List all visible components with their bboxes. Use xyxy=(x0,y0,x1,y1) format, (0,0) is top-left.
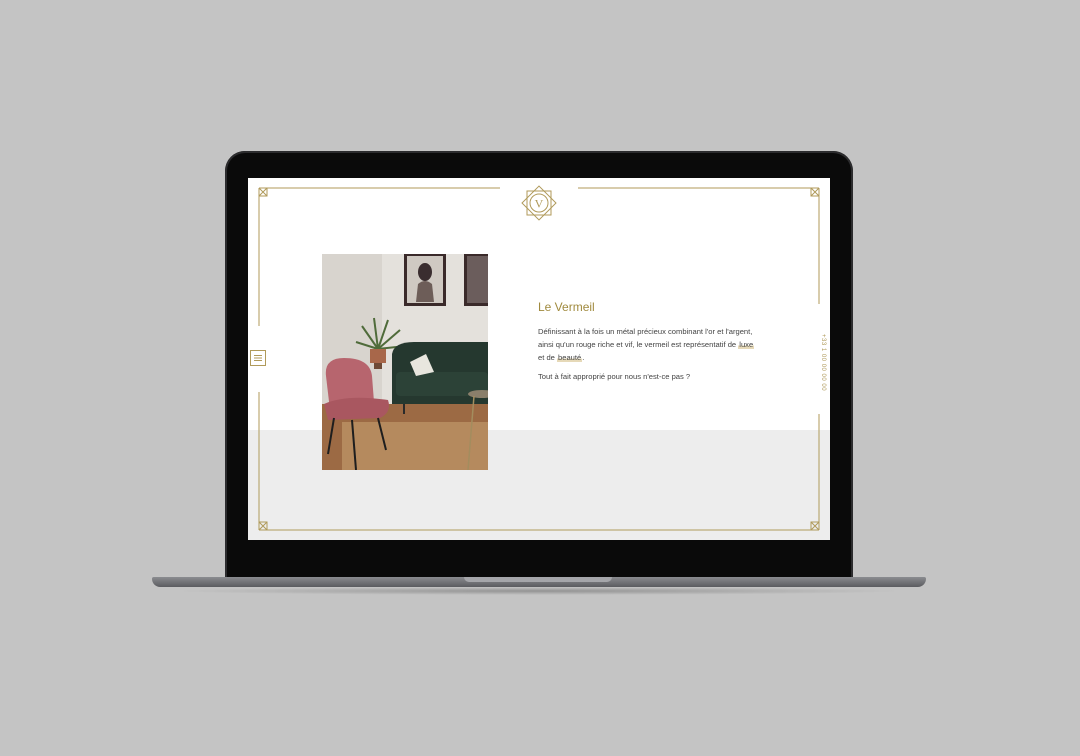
menu-button[interactable] xyxy=(250,350,266,366)
logo-letter: V xyxy=(535,197,544,211)
article-paragraph-2: Tout à fait approprié pour nous n'est-ce… xyxy=(538,372,691,381)
article-paragraph-1: Définissant à la fois un métal précieux … xyxy=(538,325,758,364)
phone-number[interactable]: +33 1 00 00 00 00 xyxy=(814,333,826,393)
article-title: Le Vermeil xyxy=(538,300,595,314)
para1-text-end: . xyxy=(582,353,585,362)
article-content: Le Vermeil Définissant à la fois un méta… xyxy=(538,300,758,389)
laptop-shadow xyxy=(170,587,908,595)
interior-photo xyxy=(322,254,488,470)
mockup-stage: V +33 1 00 00 00 00 Le Vermeil Définissa… xyxy=(0,0,1080,756)
logo-icon[interactable]: V xyxy=(519,183,559,223)
luxe-link[interactable]: luxe xyxy=(738,340,755,349)
beaute-link[interactable]: beauté xyxy=(557,353,583,362)
laptop-notch xyxy=(464,577,612,582)
para1-text-middle: et de xyxy=(538,353,557,362)
website-screen: V +33 1 00 00 00 00 Le Vermeil Définissa… xyxy=(248,178,830,540)
para1-text: Définissant à la fois un métal précieux … xyxy=(538,327,753,349)
hamburger-menu-icon xyxy=(254,355,262,361)
